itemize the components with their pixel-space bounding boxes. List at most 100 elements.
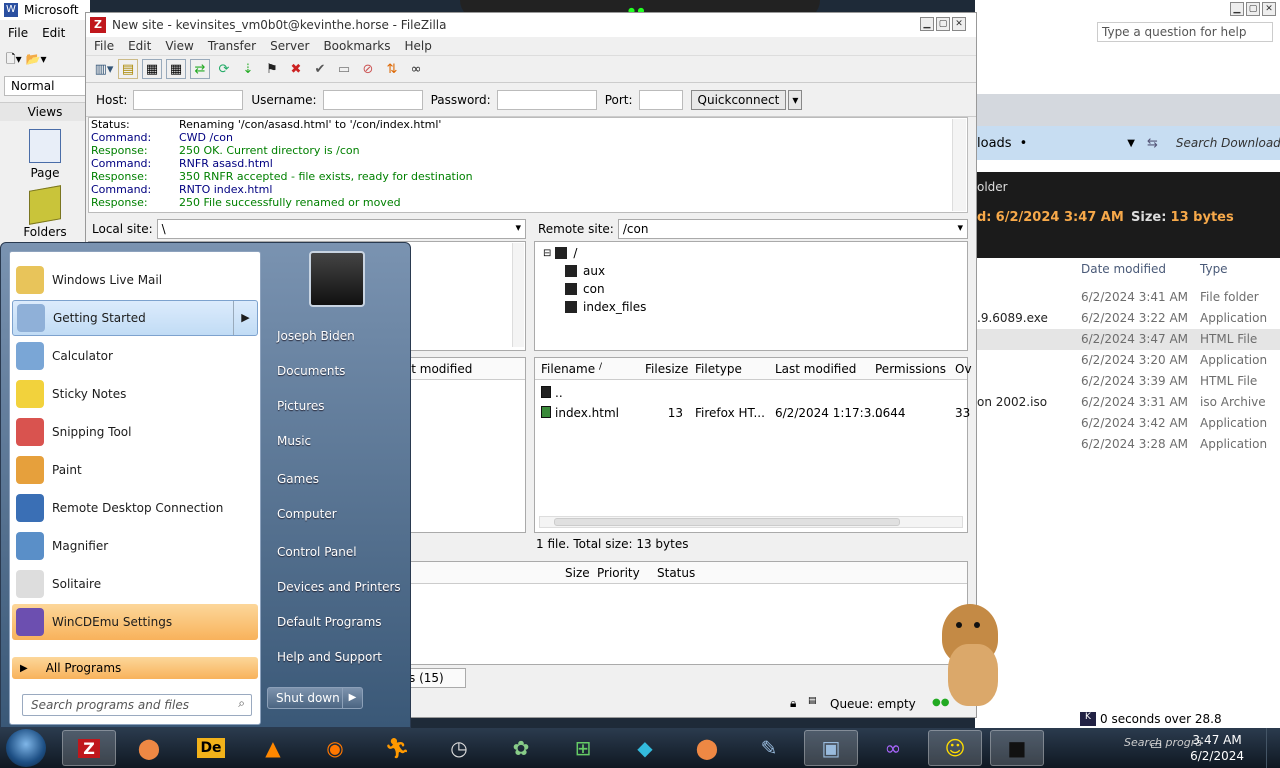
taskbar-app-p-icon[interactable]: ⬤ (122, 730, 176, 766)
start-item[interactable]: Sticky Notes (12, 376, 258, 412)
col-date-modified[interactable]: Date modified (1081, 262, 1166, 276)
start-right-item[interactable]: Joseph Biden (277, 329, 355, 343)
download-row[interactable]: 6/2/2024 3:42 AM Application (975, 413, 1280, 434)
download-row[interactable]: 6/2/2024 3:47 AM HTML File (975, 329, 1280, 350)
local-tree-scrollbar[interactable] (512, 243, 524, 347)
word-style-box[interactable]: Normal (4, 76, 86, 96)
help-question-box[interactable]: Type a question for help (1097, 22, 1273, 42)
start-right-item[interactable]: Documents (277, 364, 345, 378)
start-right-item[interactable]: Help and Support (277, 650, 382, 664)
remote-col-permissions[interactable]: Permissions (875, 362, 946, 376)
start-item[interactable]: Calculator (12, 338, 258, 374)
fz-close-icon[interactable]: ✕ (952, 17, 966, 31)
open-folder-icon[interactable]: 📂▾ (26, 52, 47, 66)
toggle-log-icon[interactable]: ▤ (118, 59, 138, 79)
start-orb-icon[interactable] (6, 729, 46, 767)
download-row[interactable]: 6/2/2024 3:28 AM Application (975, 434, 1280, 455)
password-input[interactable] (496, 89, 597, 110)
taskbar-visual-studio-icon[interactable]: ∞ (866, 730, 920, 766)
toggle-local-tree-icon[interactable]: ▦ (142, 59, 162, 79)
quickconnect-dropdown[interactable]: ▾ (788, 89, 803, 110)
fz-menu-file[interactable]: File (94, 39, 114, 53)
queue-col-priority[interactable]: Priority (597, 566, 640, 580)
fz-maximize-icon[interactable]: ▢ (936, 17, 950, 31)
start-item[interactable]: WinCDEmu Settings (12, 604, 258, 640)
fz-menu-view[interactable]: View (165, 39, 193, 53)
queue-tab[interactable]: s (15) (402, 668, 466, 688)
remote-file-row[interactable]: index.html 13 Firefox HT... 6/2/2024 1:17:3… (535, 404, 970, 422)
refresh-icon[interactable]: ⟳ (214, 59, 234, 79)
start-right-item[interactable]: Devices and Printers (277, 580, 401, 594)
taskbar-vlc-icon[interactable]: ▲ (246, 730, 300, 766)
local-col-modified[interactable]: st modified (405, 362, 472, 376)
process-queue-icon[interactable]: ⇣ (238, 59, 258, 79)
start-right-item[interactable]: Default Programs (277, 615, 382, 629)
download-row[interactable]: on 2002.iso 6/2/2024 3:31 AM iso Archive (975, 392, 1280, 413)
start-right-item[interactable]: Games (277, 472, 319, 486)
user-picture[interactable] (309, 251, 365, 307)
reconnect-icon[interactable]: ✔ (310, 59, 330, 79)
queue-col-status[interactable]: Status (657, 566, 695, 580)
start-item[interactable]: Magnifier (12, 528, 258, 564)
start-item[interactable]: Remote Desktop Connection (12, 490, 258, 526)
compare-icon[interactable]: ⊘ (358, 59, 378, 79)
new-doc-icon[interactable]: 🗋▾ (6, 52, 22, 66)
taskbar-app-p2-icon[interactable]: ⬤ (680, 730, 734, 766)
local-path-input[interactable]: \ (156, 219, 526, 239)
start-item[interactable]: Getting Started ▶ (12, 300, 258, 336)
dropdown-arrow-icon[interactable]: ▼ (1127, 138, 1135, 149)
downloads-search[interactable]: Search Download (1176, 136, 1280, 150)
remote-tree-node[interactable]: index_files (565, 300, 646, 314)
disconnect-icon[interactable]: ✖ (286, 59, 306, 79)
jumplist-arrow-icon[interactable]: ▶ (233, 301, 257, 335)
col-type[interactable]: Type (1200, 262, 1228, 276)
sync-browse-icon[interactable]: ⇅ (382, 59, 402, 79)
toggle-remote-tree-icon[interactable]: ▦ (166, 59, 186, 79)
tray-network-icon[interactable]: ▭ (1150, 738, 1162, 753)
remote-col-filetype[interactable]: Filetype (695, 362, 742, 376)
download-row[interactable]: 6/2/2024 3:41 AM File folder (975, 287, 1280, 308)
remote-hscroll-thumb[interactable] (554, 518, 900, 526)
queue-col-size[interactable]: Size (565, 566, 590, 580)
maximize-icon[interactable]: ▢ (1246, 2, 1260, 16)
word-menu-edit[interactable]: Edit (42, 26, 65, 40)
download-row[interactable]: 6/2/2024 3:39 AM HTML File (975, 371, 1280, 392)
site-manager-icon[interactable]: ▥▾ (94, 59, 114, 79)
taskbar-dialog-icon[interactable]: ▣ (804, 730, 858, 766)
start-search-input[interactable]: Search programs and files ⌕ (22, 694, 252, 716)
download-row[interactable]: .9.6089.exe 6/2/2024 3:22 AM Application (975, 308, 1280, 329)
show-desktop-button[interactable] (1266, 728, 1280, 768)
start-right-item[interactable]: Computer (277, 507, 337, 521)
remote-tree-node[interactable]: con (565, 282, 605, 296)
taskbar-black-app-icon[interactable]: ■ (990, 730, 1044, 766)
fz-menu-edit[interactable]: Edit (128, 39, 151, 53)
view-page[interactable]: Page (0, 129, 90, 180)
fz-menu-help[interactable]: Help (405, 39, 432, 53)
remote-file-list[interactable]: Filename / Filesize Filetype Last modifi… (534, 357, 972, 533)
remote-col-owner[interactable]: Ov (955, 362, 972, 376)
filter-icon[interactable]: ▭ (334, 59, 354, 79)
port-input[interactable] (638, 89, 683, 110)
taskbar-windows-icon[interactable]: ⊞ (556, 730, 610, 766)
quickconnect-button[interactable]: Quickconnect (690, 89, 787, 110)
log-scrollbar[interactable] (952, 119, 966, 211)
fz-menu-bookmarks[interactable]: Bookmarks (323, 39, 390, 53)
taskbar-yahoo-icon[interactable]: ☺ (928, 730, 982, 766)
close-icon[interactable]: ✕ (1262, 2, 1276, 16)
taskbar-firefox-icon[interactable]: ◉ (308, 730, 362, 766)
taskbar-clock[interactable]: 3:47 AM 6/2/2024 (1190, 732, 1244, 764)
taskbar-runner-icon[interactable]: 🏃︎ (370, 730, 424, 766)
taskbar-de-icon[interactable]: De (184, 730, 238, 766)
taskbar-gem-icon[interactable]: ◆ (618, 730, 672, 766)
start-item[interactable]: Paint (12, 452, 258, 488)
refresh-icon[interactable]: ⇆ (1147, 136, 1158, 151)
remote-tree-node[interactable]: aux (565, 264, 605, 278)
search-remote-icon[interactable]: ∞ (406, 59, 426, 79)
taskbar-plant-icon[interactable]: ✿ (494, 730, 548, 766)
username-input[interactable] (322, 89, 423, 110)
remote-col-modified[interactable]: Last modified (775, 362, 856, 376)
shutdown-options-arrow-icon[interactable]: ▶ (342, 688, 362, 708)
collapse-icon[interactable]: ⊟ (543, 248, 551, 259)
fz-menu-transfer[interactable]: Transfer (208, 39, 256, 53)
remote-col-filename[interactable]: Filename (541, 362, 595, 376)
